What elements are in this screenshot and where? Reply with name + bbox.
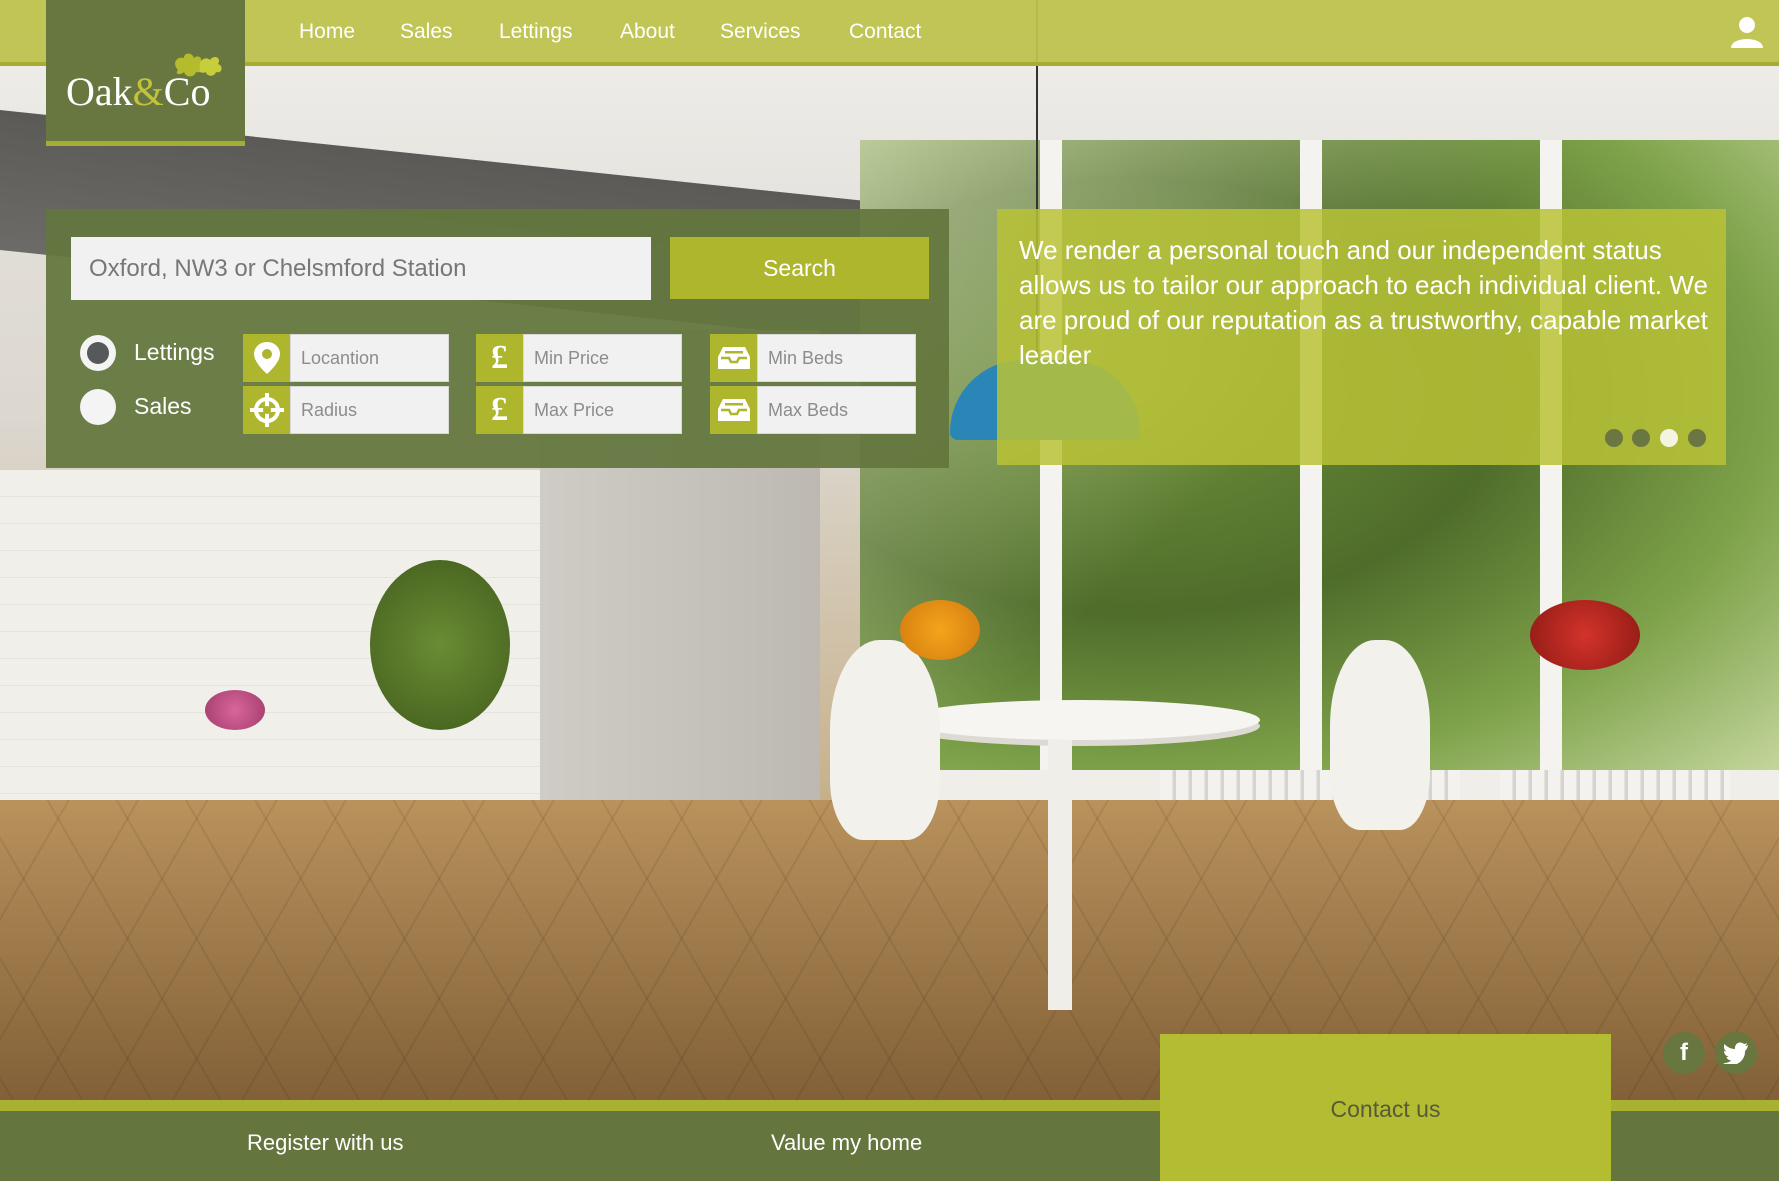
crosshair-icon — [243, 386, 290, 434]
max-beds-field[interactable] — [710, 386, 916, 434]
min-price-input[interactable] — [523, 334, 682, 382]
nav-contact[interactable]: Contact — [849, 20, 921, 44]
max-price-field[interactable]: £ — [476, 386, 682, 434]
radio-button[interactable] — [80, 389, 116, 425]
max-price-input[interactable] — [523, 386, 682, 434]
radio-label-lettings: Lettings — [134, 339, 215, 365]
min-price-field[interactable]: £ — [476, 334, 682, 382]
facebook-letter: f — [1680, 1039, 1688, 1066]
logo-text-oak: Oak — [66, 69, 133, 114]
slider-dot-4[interactable] — [1688, 429, 1706, 447]
info-text: We render a personal touch and our indep… — [1019, 235, 1708, 370]
facebook-icon[interactable]: f — [1663, 1032, 1705, 1074]
twitter-bird-icon — [1723, 1042, 1748, 1064]
slider-dot-3-active[interactable] — [1660, 429, 1678, 447]
search-button[interactable]: Search — [670, 237, 929, 299]
brand-logo[interactable]: Oak&Co — [46, 0, 245, 146]
max-beds-input[interactable] — [757, 386, 916, 434]
logo-text-ampersand: & — [132, 69, 164, 114]
contact-us-label: Contact us — [1330, 1096, 1441, 1122]
logo-wordmark: Oak&Co — [66, 68, 210, 115]
pound-icon: £ — [476, 334, 523, 382]
inbox-tray-icon — [710, 334, 757, 382]
radius-input[interactable] — [290, 386, 449, 434]
radio-label-sales: Sales — [134, 393, 192, 419]
nav-about[interactable]: About — [620, 20, 675, 44]
property-search-panel: Search Lettings Sales £ £ — [46, 209, 949, 468]
nav-services[interactable]: Services — [720, 20, 801, 44]
logo-text-co: Co — [163, 69, 211, 114]
info-slider-panel: We render a personal touch and our indep… — [997, 209, 1726, 465]
search-input[interactable] — [71, 237, 651, 300]
contact-us-button[interactable]: Contact us — [1160, 1034, 1611, 1181]
location-input[interactable] — [290, 334, 449, 382]
slider-dot-1[interactable] — [1605, 429, 1623, 447]
pound-icon: £ — [476, 386, 523, 434]
nav-home[interactable]: Home — [299, 20, 355, 44]
slider-dot-2[interactable] — [1632, 429, 1650, 447]
radio-button-selected[interactable] — [80, 335, 116, 371]
location-field[interactable] — [243, 334, 449, 382]
min-beds-input[interactable] — [757, 334, 916, 382]
twitter-icon[interactable] — [1715, 1032, 1757, 1074]
min-beds-field[interactable] — [710, 334, 916, 382]
value-home-link[interactable]: Value my home — [771, 1130, 922, 1156]
nav-sales[interactable]: Sales — [400, 20, 453, 44]
radius-field[interactable] — [243, 386, 449, 434]
nav-underline — [0, 62, 1779, 66]
location-pin-icon — [243, 334, 290, 382]
user-icon[interactable] — [1729, 14, 1765, 50]
hero-background-photo — [0, 0, 1779, 1181]
nav-lettings[interactable]: Lettings — [499, 20, 573, 44]
register-link[interactable]: Register with us — [247, 1130, 404, 1156]
inbox-tray-icon — [710, 386, 757, 434]
